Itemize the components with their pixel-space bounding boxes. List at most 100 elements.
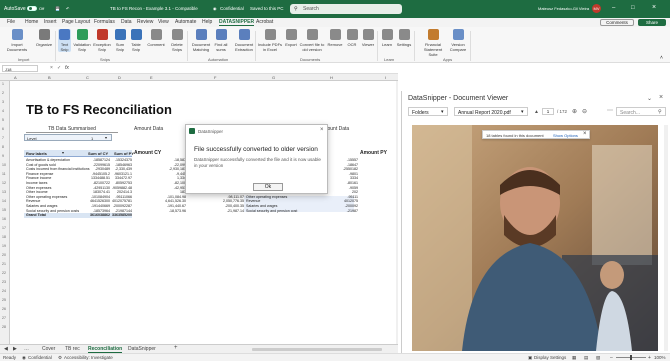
ribbon-button-convert-file-to-old-version[interactable]: Convert file to old version — [299, 29, 325, 52]
panel-close-icon[interactable]: × — [659, 94, 663, 101]
confirm-icon[interactable]: ✓ — [57, 65, 61, 71]
row-header[interactable]: 7 — [2, 136, 4, 140]
row-header[interactable]: 21 — [2, 262, 6, 266]
row-header[interactable]: 27 — [2, 316, 6, 320]
ribbon-button-export[interactable]: Export — [284, 29, 298, 47]
column-header[interactable]: B — [48, 75, 51, 80]
cancel-icon[interactable]: × — [50, 65, 53, 71]
horizontal-scrollbar[interactable] — [252, 348, 382, 351]
row-header[interactable]: 18 — [2, 235, 6, 239]
column-header[interactable]: H — [330, 75, 333, 80]
column-header[interactable]: D — [118, 75, 121, 80]
tab-more-icon[interactable]: … — [24, 346, 29, 352]
tab-datasnipper[interactable]: DataSnipper — [128, 346, 156, 352]
ribbon-button-include-pdfs-in-excel[interactable]: Include PDFs in Excel — [258, 29, 282, 52]
autosave-toggle[interactable] — [27, 6, 37, 11]
row-header[interactable]: 19 — [2, 244, 6, 248]
row-header[interactable]: 14 — [2, 199, 6, 203]
ribbon-button-table-snip[interactable]: Table Snip — [129, 29, 143, 52]
ribbon-button-organize[interactable]: Organize — [33, 29, 55, 47]
row-header[interactable]: 4 — [2, 109, 4, 113]
ribbon-button-sum-snip[interactable]: Sum Snip — [113, 29, 127, 52]
name-box[interactable]: J18 — [2, 65, 38, 72]
row-header[interactable]: 24 — [2, 289, 6, 293]
row-header[interactable]: 22 — [2, 271, 6, 275]
column-header[interactable]: A — [14, 75, 17, 80]
status-accessibility[interactable]: Accessibility: Investigate — [64, 355, 113, 360]
tab-reconciliation[interactable]: Reconciliation — [88, 346, 123, 353]
row-header[interactable]: 20 — [2, 253, 6, 257]
panel-collapse-icon[interactable]: ⌄ — [647, 95, 652, 102]
row-header[interactable]: 15 — [2, 208, 6, 212]
row-header[interactable]: 28 — [2, 325, 6, 329]
menu-acrobat[interactable]: Acrobat — [256, 19, 273, 25]
page-layout-view-icon[interactable]: ▤ — [584, 355, 588, 361]
tab-cover[interactable]: Cover — [42, 346, 55, 352]
panel-scrollbar[interactable] — [664, 125, 668, 351]
undo-icon[interactable]: ↶ — [66, 6, 69, 11]
minimize-icon[interactable]: – — [612, 5, 615, 11]
menu-home[interactable]: Home — [25, 19, 38, 25]
ribbon-button-comment[interactable]: Comment — [147, 29, 165, 47]
row-header[interactable]: 11 — [2, 172, 6, 176]
ribbon-button-ocr[interactable]: OCR — [346, 29, 358, 47]
fx-label[interactable]: fx — [65, 65, 69, 71]
page-number-input[interactable]: 1 — [542, 108, 554, 115]
zoom-level[interactable]: 100% — [654, 355, 666, 360]
column-header[interactable]: G — [272, 75, 275, 80]
row-header[interactable]: 3 — [2, 100, 4, 104]
row-header[interactable]: 8 — [2, 145, 4, 149]
column-header[interactable]: C — [86, 75, 89, 80]
ribbon-button-text-snip[interactable]: Text Snip — [58, 29, 71, 52]
display-settings[interactable]: Display Settings — [534, 355, 566, 360]
panel-search-input[interactable]: Search... ⚲ — [616, 107, 666, 116]
document-page[interactable]: 18 tables found in this document Show Op… — [412, 125, 658, 351]
share-button[interactable]: Share — [638, 19, 666, 26]
row-labels-dropdown-icon[interactable]: ▾ — [62, 150, 64, 155]
tab-tb-rec[interactable]: TB rec — [65, 346, 80, 352]
row-header[interactable]: 5 — [2, 118, 4, 122]
ribbon-button-document-extraction[interactable]: Document Extraction — [232, 29, 256, 52]
zoom-out-icon[interactable]: ⊖ — [582, 108, 587, 115]
row-header[interactable]: 9 — [2, 154, 4, 158]
row-header[interactable]: 26 — [2, 307, 6, 311]
ribbon-button-validation-snip[interactable]: Validation Snip — [73, 29, 91, 52]
column-header[interactable]: I — [385, 75, 386, 80]
vertical-scrollbar[interactable] — [396, 81, 398, 344]
ribbon-button-delete-snips[interactable]: Delete Snips — [168, 29, 186, 52]
maximize-icon[interactable]: □ — [631, 5, 635, 11]
zoom-in-icon[interactable]: ⊕ — [572, 108, 577, 115]
row-header[interactable]: 2 — [2, 91, 4, 95]
filter-icon[interactable]: ▾ — [105, 135, 107, 140]
row-header[interactable]: 13 — [2, 190, 6, 194]
row-header[interactable]: 17 — [2, 226, 6, 230]
page-up-icon[interactable]: ▲ — [534, 109, 539, 115]
menu-formulas[interactable]: Formulas — [94, 19, 115, 25]
ribbon-button-exception-snip[interactable]: Exception Snip — [93, 29, 111, 52]
page-break-view-icon[interactable]: ▧ — [596, 355, 600, 361]
avatar[interactable]: MV — [592, 4, 601, 13]
level-filter[interactable]: Level 1 ▾ — [24, 134, 112, 141]
zoom-slider-thumb[interactable] — [630, 355, 632, 360]
spreadsheet-grid[interactable]: ABCDEFGHI 1 2 3 4 5 6 7 8 9 10 11 12 13 14 15 16 17 18 19 2… — [0, 74, 398, 344]
zoom-in-icon[interactable]: + — [648, 355, 651, 361]
ribbon-button-viewer[interactable]: Viewer — [360, 29, 376, 47]
search-box[interactable]: ⚲ Search — [290, 4, 402, 14]
row-header[interactable]: 12 — [2, 181, 6, 185]
add-sheet-icon[interactable]: + — [174, 345, 178, 351]
zoom-out-icon[interactable]: – — [610, 355, 613, 361]
document-dropdown[interactable]: Annual Report 2020.pdf ▾ — [454, 107, 528, 116]
ribbon-button-financial-statement-suite[interactable]: Financial Statement Suite — [420, 29, 446, 57]
close-icon[interactable]: × — [652, 4, 656, 11]
dialog-close-icon[interactable]: × — [320, 127, 324, 133]
comments-button[interactable]: Comments — [600, 19, 634, 26]
ribbon-button-import-documents[interactable]: Import Documents — [4, 29, 30, 52]
more-options-icon[interactable]: ⋯ — [607, 107, 613, 114]
ok-button[interactable]: Ok — [253, 183, 283, 191]
menu-automate[interactable]: Automate — [175, 19, 196, 25]
row-header[interactable]: 1 — [2, 82, 4, 86]
menu-insert[interactable]: Insert — [44, 19, 57, 25]
folders-dropdown[interactable]: Folders ▾ — [408, 107, 448, 116]
menu-file[interactable]: File — [7, 19, 15, 25]
row-header[interactable]: 10 — [2, 163, 6, 167]
